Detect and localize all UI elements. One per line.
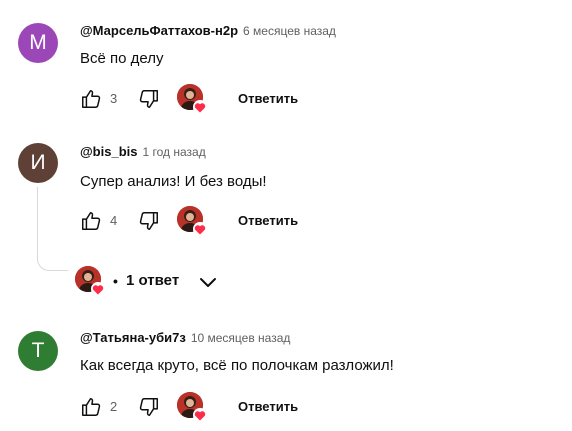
like-count: 2 [110,399,118,414]
reply-button[interactable]: Ответить [238,398,298,416]
replies-toggle-button[interactable]: • 1 ответ [74,265,234,297]
comment-header: @Татьяна-уби7з 10 месяцев назад [80,329,290,347]
like-count: 4 [110,213,118,228]
thumb-down-icon[interactable] [138,88,160,110]
avatar[interactable]: М [18,23,58,63]
comment-item: М @МарсельФаттахов-н2р 6 месяцев назад Вс… [0,0,572,130]
comment-header: @bis_bis 1 год назад [80,143,206,161]
comment-actions: 3 Ответить [80,83,380,115]
thumb-up-icon[interactable] [80,88,102,110]
separator-dot: • [113,273,118,289]
replies-count-label[interactable]: 1 ответ [126,272,179,290]
comment-header: @МарсельФаттахов-н2р 6 месяцев назад [80,22,336,40]
comment-timestamp[interactable]: 1 год назад [142,145,205,159]
avatar[interactable]: Т [18,331,58,371]
comment-timestamp[interactable]: 10 месяцев назад [191,331,291,345]
thumb-down-icon[interactable] [138,210,160,232]
thumb-up-icon[interactable] [80,396,102,418]
thumb-up-icon[interactable] [80,210,102,232]
creator-heart-avatar-icon [176,391,208,423]
comment-author[interactable]: @bis_bis [80,144,137,159]
comment-item: Т @Татьяна-уби7з 10 месяцев назад Как все… [0,318,572,431]
creator-heart-avatar-icon [74,265,106,297]
avatar[interactable]: И [18,143,58,183]
thread-connector [37,187,68,271]
comment-text: Супер анализ! И без воды! [80,173,267,190]
comment-timestamp[interactable]: 6 месяцев назад [243,24,336,38]
reply-button[interactable]: Ответить [238,212,298,230]
creator-heart-avatar-icon [176,83,208,115]
comment-actions: 2 Ответить [80,391,380,423]
comment-actions: 4 Ответить [80,205,380,237]
comment-text: Всё по делу [80,50,164,67]
comment-author[interactable]: @Татьяна-уби7з [80,330,186,345]
creator-heart-avatar-icon [176,205,208,237]
comment-author[interactable]: @МарсельФаттахов-н2р [80,23,238,38]
comment-text: Как всегда круто, всё по полочкам разлож… [80,357,394,374]
chevron-down-icon[interactable] [198,272,218,292]
reply-button[interactable]: Ответить [238,90,298,108]
thumb-down-icon[interactable] [138,396,160,418]
like-count: 3 [110,91,118,106]
